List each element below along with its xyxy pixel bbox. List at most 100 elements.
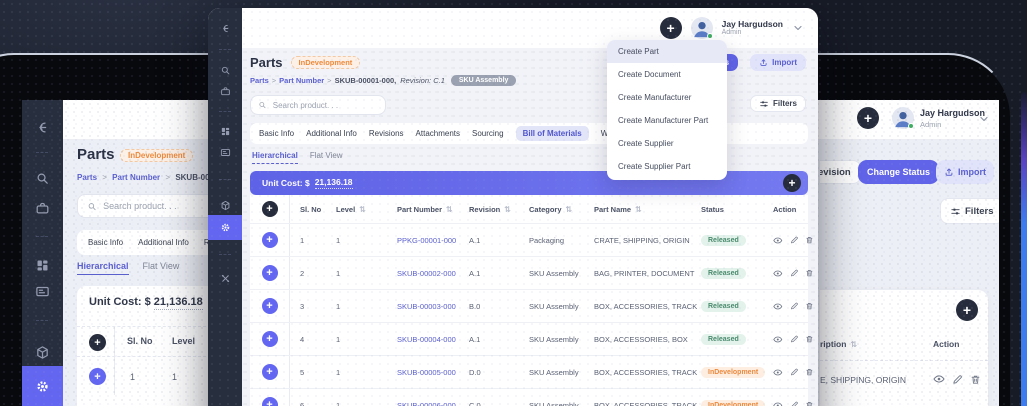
- sidebar-item-briefcase[interactable]: [35, 201, 50, 216]
- part-number-link[interactable]: SKUB-00004-000: [397, 335, 456, 344]
- import-button[interactable]: Import: [936, 160, 994, 184]
- global-add-button[interactable]: +: [660, 17, 682, 39]
- tab-flat-view[interactable]: Flat View: [143, 261, 180, 275]
- menu-item-create-supplier[interactable]: Create Supplier: [607, 132, 727, 155]
- search-field[interactable]: [103, 201, 208, 211]
- revision-button[interactable]: evision: [820, 160, 861, 184]
- delete-icon[interactable]: [805, 334, 814, 344]
- view-icon[interactable]: [773, 235, 783, 246]
- menu-item-create-part[interactable]: Create Part: [607, 40, 727, 63]
- sidebar-item-search[interactable]: [35, 171, 50, 186]
- sidebar-item-briefcase[interactable]: [220, 86, 231, 97]
- sidebar-item-collapse[interactable]: [35, 120, 50, 135]
- expand-row-button[interactable]: +: [262, 397, 278, 406]
- view-icon[interactable]: [773, 400, 783, 406]
- sidebar-item-gear[interactable]: [220, 222, 231, 233]
- menu-item-create-manufacturer-part[interactable]: Create Manufacturer Part: [607, 109, 727, 132]
- menu-item-create-document[interactable]: Create Document: [607, 63, 727, 86]
- column-part-number[interactable]: Part Number⇅: [393, 205, 465, 214]
- tab-bill-of-materials[interactable]: Bill of Materials: [516, 126, 589, 141]
- sort-icon[interactable]: ⇅: [504, 205, 511, 214]
- view-icon[interactable]: [933, 373, 945, 385]
- expand-row-button[interactable]: +: [89, 368, 106, 385]
- edit-icon[interactable]: [790, 400, 799, 406]
- part-number-link[interactable]: SKUB-00003-000: [397, 302, 456, 311]
- part-number-link[interactable]: PPKG-00001-000: [397, 236, 456, 245]
- tab-basic-info[interactable]: Basic Info: [259, 129, 294, 138]
- sidebar-item-collapse[interactable]: [220, 23, 231, 34]
- sort-icon[interactable]: ⇅: [446, 205, 453, 214]
- avatar[interactable]: [691, 17, 713, 39]
- tab-attachments[interactable]: Attachments: [416, 129, 460, 138]
- delete-icon[interactable]: [805, 367, 814, 377]
- change-status-button[interactable]: Change Status: [858, 160, 939, 184]
- chevron-down-icon[interactable]: [792, 22, 804, 34]
- view-icon[interactable]: [773, 367, 783, 378]
- filters-button[interactable]: Filters: [750, 95, 806, 112]
- tab-revisions[interactable]: Revisions: [369, 129, 404, 138]
- sidebar-item-card[interactable]: [220, 147, 231, 158]
- edit-icon[interactable]: [790, 301, 799, 311]
- expand-row-button[interactable]: +: [262, 298, 278, 314]
- expand-row-button[interactable]: +: [262, 232, 278, 248]
- edit-icon[interactable]: [790, 268, 799, 278]
- global-add-button[interactable]: +: [857, 107, 879, 129]
- delete-icon[interactable]: [970, 374, 981, 385]
- edit-icon[interactable]: [790, 367, 799, 377]
- sort-icon[interactable]: ⇅: [566, 205, 573, 214]
- sort-icon[interactable]: ⇅: [635, 205, 642, 214]
- expand-row-button[interactable]: +: [262, 364, 278, 380]
- sidebar-item-search[interactable]: [220, 65, 231, 76]
- expand-row-button[interactable]: +: [262, 331, 278, 347]
- view-icon[interactable]: [773, 334, 783, 345]
- add-row-button[interactable]: +: [783, 174, 801, 192]
- tab-additional-info[interactable]: Additional Info: [138, 238, 189, 247]
- sidebar-item-dashboard[interactable]: [220, 126, 231, 137]
- edit-icon[interactable]: [790, 334, 799, 344]
- sidebar-item-gear[interactable]: [35, 379, 50, 394]
- sidebar-item-tools[interactable]: [220, 273, 231, 284]
- search-field[interactable]: [273, 101, 378, 110]
- sidebar-item-card[interactable]: [35, 284, 50, 299]
- sort-icon[interactable]: ⇅: [359, 205, 366, 214]
- view-icon[interactable]: [773, 301, 783, 312]
- edit-icon[interactable]: [952, 374, 963, 385]
- column-part-name[interactable]: Part Name⇅: [590, 205, 697, 214]
- avatar[interactable]: [892, 107, 914, 129]
- search-input[interactable]: [77, 194, 208, 218]
- add-row-button[interactable]: +: [956, 299, 978, 321]
- tab-hierarchical[interactable]: Hierarchical: [77, 261, 129, 275]
- import-button[interactable]: Import: [750, 54, 806, 71]
- tab-sourcing[interactable]: Sourcing: [472, 129, 504, 138]
- sidebar-item-cube[interactable]: [220, 200, 231, 211]
- part-number-link[interactable]: SKUB-00006-000: [397, 401, 456, 406]
- delete-icon[interactable]: [805, 235, 814, 245]
- column-category[interactable]: Category⇅: [525, 205, 590, 214]
- tab-hierarchical[interactable]: Hierarchical: [252, 151, 298, 164]
- tab-additional-info[interactable]: Additional Info: [306, 129, 357, 138]
- sort-icon[interactable]: ⇅: [850, 340, 857, 349]
- tab-basic-info[interactable]: Basic Info: [88, 238, 123, 247]
- part-number-link[interactable]: SKUB-00002-000: [397, 269, 456, 278]
- sidebar-item-dashboard[interactable]: [35, 258, 50, 273]
- column-level[interactable]: Level⇅: [332, 205, 393, 214]
- menu-item-create-supplier-part[interactable]: Create Supplier Part: [607, 155, 727, 178]
- search-input[interactable]: [250, 95, 386, 115]
- add-row-button[interactable]: +: [89, 334, 106, 351]
- edit-icon[interactable]: [790, 235, 799, 245]
- add-row-button[interactable]: +: [262, 201, 278, 217]
- breadcrumb-part-number[interactable]: Part Number: [112, 173, 160, 182]
- breadcrumb-parts[interactable]: Parts: [77, 173, 97, 182]
- sidebar-item-cube[interactable]: [35, 345, 50, 360]
- menu-item-create-manufacturer[interactable]: Create Manufacturer: [607, 86, 727, 109]
- tab-flat-view[interactable]: Flat View: [310, 151, 343, 164]
- part-number-link[interactable]: SKUB-00005-000: [397, 368, 456, 377]
- view-icon[interactable]: [773, 268, 783, 279]
- delete-icon[interactable]: [805, 268, 814, 278]
- delete-icon[interactable]: [805, 400, 814, 406]
- expand-row-button[interactable]: +: [262, 265, 278, 281]
- breadcrumb-part-number[interactable]: Part Number: [279, 76, 324, 85]
- breadcrumb-parts[interactable]: Parts: [250, 76, 269, 85]
- chevron-down-icon[interactable]: [978, 113, 990, 125]
- column-revision[interactable]: Revision⇅: [465, 205, 525, 214]
